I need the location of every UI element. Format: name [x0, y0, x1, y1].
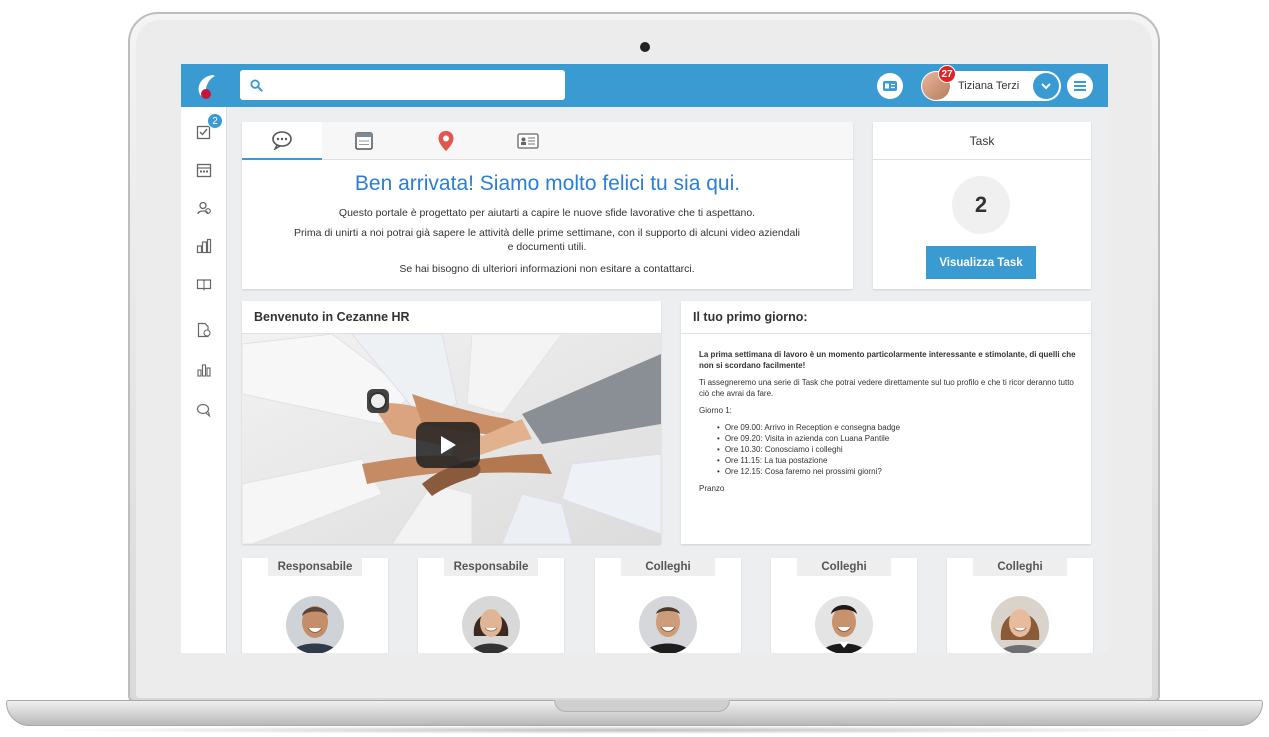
- sidebar-task-badge: 2: [207, 113, 223, 129]
- search-bar[interactable]: [240, 70, 565, 100]
- sidebar-item-book[interactable]: [193, 273, 215, 295]
- calendar-icon: [196, 163, 212, 178]
- welcome-title: Ben arrivata! Siamo molto felici tu sia …: [354, 172, 741, 195]
- first-day-closing: Pranzo: [699, 484, 725, 493]
- task-count: 2: [952, 176, 1010, 234]
- person-role: Responsabile: [268, 558, 362, 576]
- person-card[interactable]: Responsabile: [242, 558, 388, 653]
- webcam: [640, 42, 650, 52]
- welcome-line-1: Questo portale è progettato per aiutarti…: [338, 207, 756, 219]
- welcome-line-2: Prima di unirti a noi potrai già sapere …: [293, 227, 801, 253]
- search-input[interactable]: [269, 77, 549, 93]
- sidebar-item-documents[interactable]: [193, 319, 215, 341]
- user-name: Tiziana Terzi: [958, 80, 1020, 92]
- task-card: Task 2 Visualizza Task: [873, 122, 1091, 289]
- welcome-video[interactable]: [242, 334, 661, 544]
- first-day-text: Ti assegneremo una serie di Task che pot…: [699, 378, 1074, 398]
- person-role: Colleghi: [621, 558, 715, 576]
- chevron-down-icon: [1041, 82, 1051, 89]
- tab-contact-card[interactable]: [488, 122, 568, 160]
- welcome-tabs: [242, 122, 853, 160]
- first-day-card: Il tuo primo giorno: La prima settimana …: [681, 301, 1091, 544]
- notification-badge: 27: [938, 65, 956, 83]
- person-card[interactable]: Colleghi: [947, 558, 1093, 653]
- documents-icon: [197, 322, 211, 338]
- id-card-icon: [517, 133, 539, 149]
- main-menu-button[interactable]: [1067, 73, 1093, 99]
- person-role: Responsabile: [444, 558, 538, 576]
- sidebar-item-calendar[interactable]: [193, 159, 215, 181]
- calendar-icon: [355, 132, 373, 150]
- map-pin-icon: [438, 131, 454, 151]
- video-card-title: Benvenuto in Cezanne HR: [242, 301, 661, 334]
- sidebar-item-people[interactable]: [193, 197, 215, 219]
- first-day-intro: La prima settimana di lavoro è un moment…: [699, 350, 1076, 370]
- avatar: [462, 596, 520, 653]
- list-item: Ore 09.20: Visita in azienda con Luana P…: [717, 433, 1079, 444]
- person-role: Colleghi: [797, 558, 891, 576]
- id-card-button[interactable]: [877, 73, 903, 99]
- avatar: [991, 596, 1049, 653]
- user-menu[interactable]: 27 Tiziana Terzi: [921, 65, 1061, 101]
- play-button[interactable]: [416, 422, 480, 468]
- people-icon: [197, 201, 211, 215]
- chat-icon: [196, 403, 211, 418]
- list-item: Ore 10.30: Conosciamo i colleghi: [717, 444, 1079, 455]
- view-tasks-button[interactable]: Visualizza Task: [926, 246, 1036, 279]
- person-card[interactable]: Responsabile: [418, 558, 564, 653]
- video-card: Benvenuto in Cezanne HR: [242, 301, 661, 544]
- laptop-shadow: [30, 726, 1240, 734]
- play-icon: [441, 436, 456, 454]
- chat-bubble-icon: [272, 131, 292, 150]
- person-card[interactable]: Colleghi: [595, 558, 741, 653]
- first-day-schedule: Ore 09.00: Arrivo in Reception e consegn…: [717, 422, 1079, 477]
- avatar: [286, 596, 344, 653]
- chart-icon: [197, 364, 211, 377]
- top-bar: 27 Tiziana Terzi: [181, 64, 1108, 107]
- app-screen: 27 Tiziana Terzi 2 Ben arrivata! Siamo m…: [181, 64, 1108, 653]
- first-day-day-label: Giorno 1:: [699, 406, 732, 415]
- sidebar-item-organization[interactable]: [193, 235, 215, 257]
- avatar: [815, 596, 873, 653]
- first-day-title: Il tuo primo giorno:: [681, 301, 1091, 334]
- welcome-line-3: Se hai bisogno di ulteriori informazioni…: [399, 263, 695, 275]
- sidebar-item-tasks[interactable]: 2: [193, 113, 223, 143]
- welcome-card: Ben arrivata! Siamo molto felici tu sia …: [242, 122, 853, 289]
- sidebar-item-chat[interactable]: [193, 399, 215, 421]
- cezanne-logo-icon[interactable]: [193, 72, 219, 100]
- organization-icon: [196, 238, 212, 254]
- tab-messages[interactable]: [242, 122, 322, 160]
- list-item: Ore 09.00: Arrivo in Reception e consegn…: [717, 422, 1079, 433]
- id-card-icon: [883, 81, 897, 91]
- tab-location[interactable]: [406, 122, 486, 160]
- task-card-title: Task: [873, 122, 1091, 160]
- laptop-notch: [554, 700, 730, 712]
- sidebar-item-charts[interactable]: [193, 359, 215, 381]
- hamburger-menu-icon: [1074, 81, 1086, 91]
- first-day-content: La prima settimana di lavoro è un moment…: [699, 349, 1079, 500]
- person-role: Colleghi: [973, 558, 1067, 576]
- list-item: Ore 11.15: La tua postazione: [717, 455, 1079, 466]
- sidebar: 2: [181, 107, 227, 653]
- tab-calendar[interactable]: [324, 122, 404, 160]
- list-item: Ore 12.15: Cosa faremo nei prossimi gior…: [717, 466, 1079, 477]
- avatar: 27: [922, 65, 956, 100]
- user-menu-toggle[interactable]: [1033, 73, 1059, 99]
- person-card[interactable]: Colleghi: [771, 558, 917, 653]
- search-icon: [250, 78, 263, 92]
- avatar: [639, 596, 697, 653]
- book-icon: [196, 279, 212, 291]
